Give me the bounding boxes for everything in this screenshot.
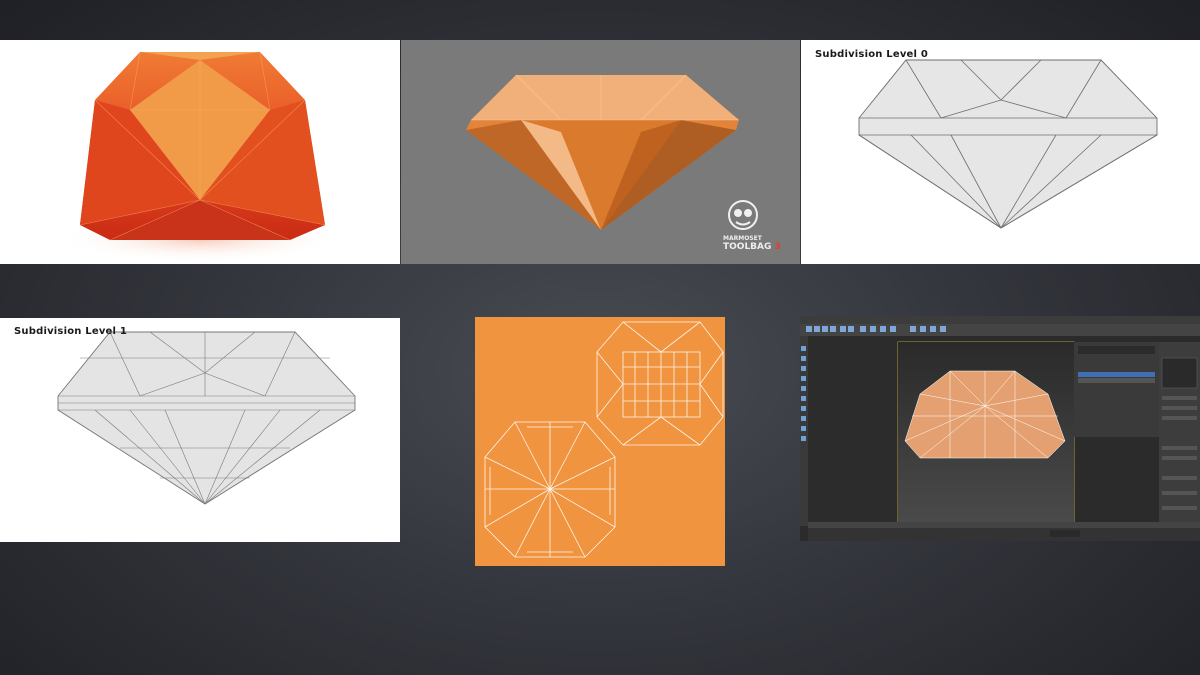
render-orange-gem-panel: MARMOSET TOOLBAG 3	[401, 40, 800, 264]
logo-version: 3	[774, 242, 781, 252]
wireframe-level1-caption: Subdivision Level 1	[14, 326, 127, 337]
max-screenshot-panel	[800, 316, 1200, 541]
wireframe-level0-image	[858, 59, 1158, 229]
uv-layout-image	[484, 321, 724, 558]
marmoset-logo-text: MARMOSET TOOLBAG 3	[723, 235, 781, 252]
wireframe-level1-image	[57, 331, 356, 505]
render-red-gem-panel	[0, 40, 400, 264]
red-gem-image	[60, 51, 340, 262]
wireframe-level1-panel: Subdivision Level 1	[0, 318, 400, 542]
wireframe-level0-caption: Subdivision Level 0	[815, 49, 928, 60]
uv-layout-panel	[475, 317, 725, 566]
max-ui-image	[800, 316, 1200, 541]
logo-line1: MARMOSET	[723, 235, 762, 242]
wireframe-level0-panel: Subdivision Level 0	[801, 40, 1200, 264]
logo-line2: TOOLBAG	[723, 242, 772, 252]
